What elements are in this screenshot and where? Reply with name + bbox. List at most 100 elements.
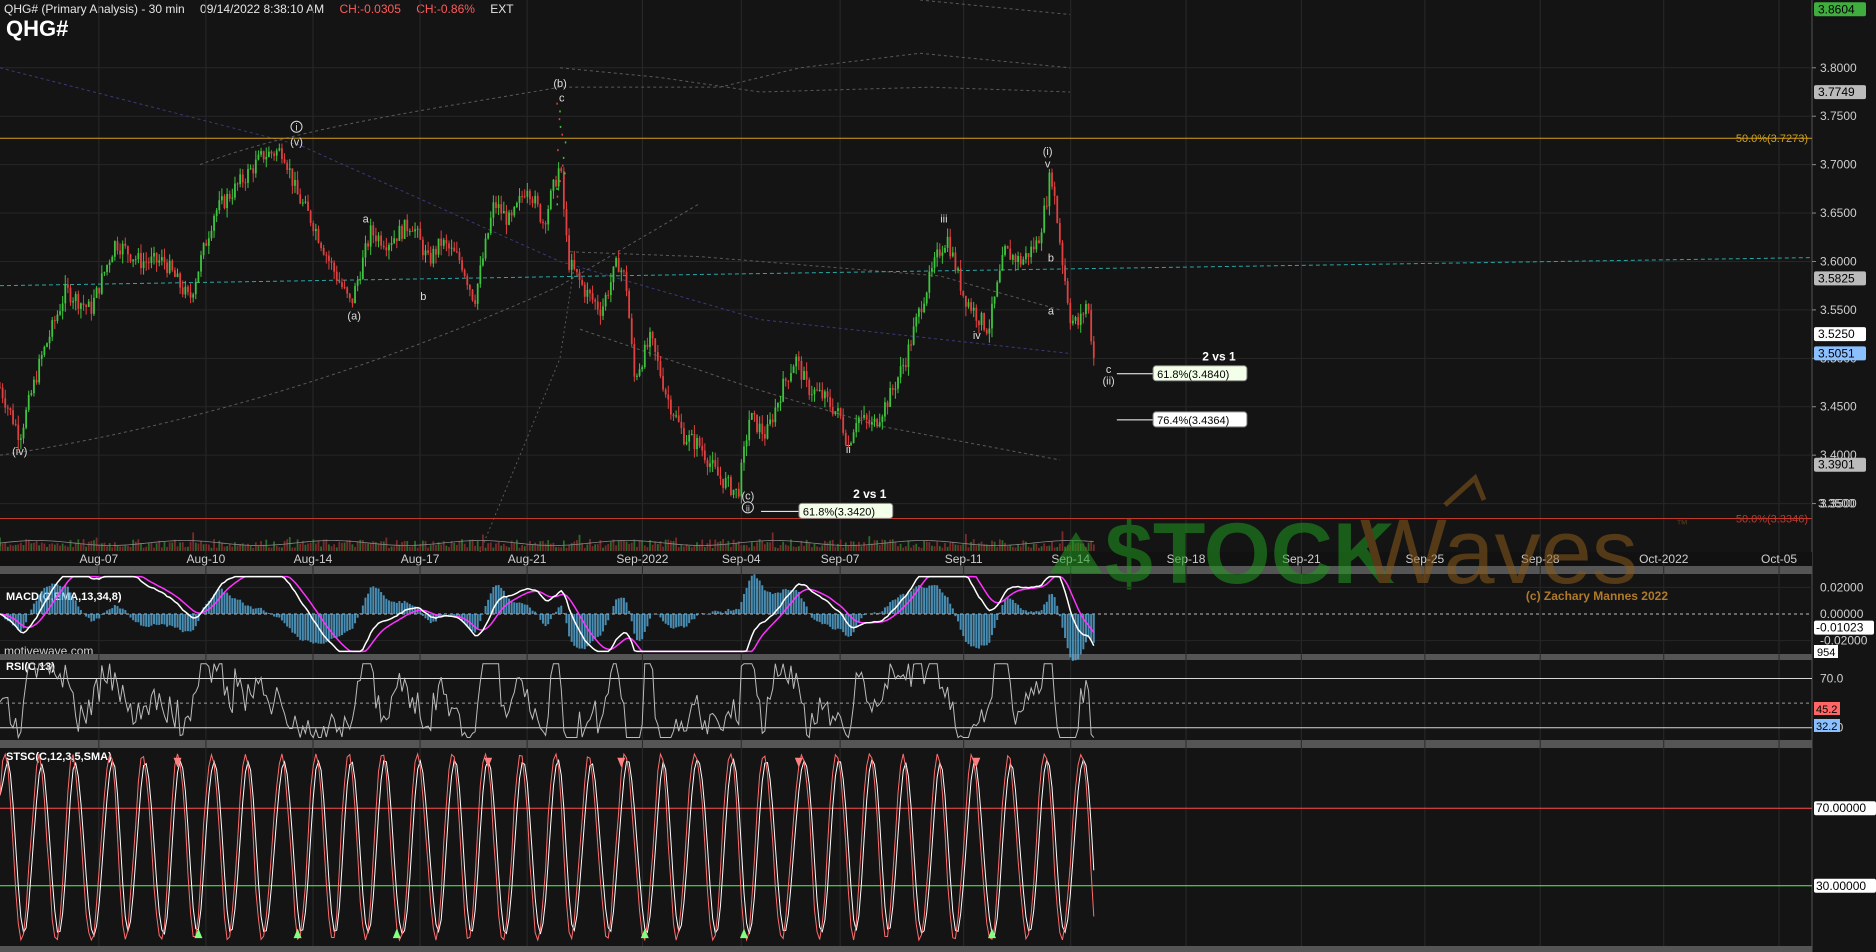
candle-body (513, 206, 516, 216)
candle-body (27, 394, 30, 410)
volume-bar (703, 547, 706, 551)
candle-body (53, 320, 56, 322)
macd-histogram-bar (972, 614, 975, 647)
volume-bar (748, 547, 751, 551)
macd-histogram-bar (951, 608, 954, 614)
volume-bar (197, 543, 200, 551)
candle-body (1079, 313, 1082, 326)
volume-bar (886, 542, 889, 551)
volume-bar (9, 544, 12, 551)
macd-histogram-bar (126, 613, 129, 614)
wave-label: iii (940, 214, 947, 226)
candle-body (706, 460, 709, 467)
volume-bar (495, 543, 497, 551)
volume-bar (137, 539, 140, 551)
volume-bar (69, 540, 72, 551)
candle-body (158, 260, 161, 263)
candle-body (917, 308, 920, 317)
macd-histogram-bar (821, 614, 824, 625)
macd-histogram-bar (286, 614, 289, 627)
macd-histogram-bar (959, 614, 962, 630)
candle-body (672, 414, 675, 417)
volume-bar (184, 547, 187, 551)
candle-body (1, 387, 4, 399)
wave-label: (i) (1043, 146, 1053, 158)
volume-bar (489, 542, 492, 551)
macd-histogram-bar (262, 610, 265, 614)
macd-histogram-bar (419, 610, 422, 614)
volume-bar (482, 534, 484, 551)
macd-histogram-bar (685, 614, 688, 627)
candle-body (638, 369, 641, 376)
candle-body (56, 314, 59, 321)
candle-body (244, 182, 247, 184)
volume-bar (534, 542, 537, 551)
volume-bar (573, 541, 576, 551)
candle-body (442, 239, 445, 246)
volume-bar (200, 540, 202, 551)
channel-line-lower (0, 202, 701, 456)
wave-label: c (1106, 364, 1112, 376)
macd-histogram-bar (823, 614, 826, 624)
macd-histogram-bar (860, 614, 863, 619)
volume-bar (474, 545, 477, 551)
candle-body (124, 243, 127, 247)
fib-target-label: 76.4%(3.4364) (1157, 415, 1229, 427)
candle-body (562, 171, 565, 210)
macd-histogram-bar (398, 601, 401, 614)
candle-body (249, 168, 252, 170)
y-tick-label: 3.7000 (1820, 158, 1857, 172)
volume-bar (17, 544, 20, 551)
macd-histogram-bar (471, 614, 474, 632)
candle-body (680, 421, 683, 429)
candle-body (878, 422, 881, 427)
macd-histogram-bar (293, 614, 296, 634)
candle-body (463, 270, 466, 277)
candle-body (82, 303, 85, 306)
candle-body (369, 225, 372, 247)
volume-bar (111, 547, 114, 551)
candle-body (87, 301, 90, 307)
macd-tick-label: 0.00000 (1820, 607, 1864, 621)
candle-body (147, 262, 150, 264)
wave-label: (ii) (1103, 375, 1115, 387)
candle-body (163, 257, 166, 263)
candle-body (1025, 253, 1027, 260)
volume-bar (531, 544, 534, 551)
macd-histogram-bar (100, 614, 103, 615)
candle-body (356, 280, 359, 286)
macd-histogram-bar (356, 614, 359, 618)
candle-body (771, 419, 774, 423)
macd-histogram-bar (236, 599, 239, 614)
volume-bar (568, 544, 570, 551)
volume-bar (317, 540, 320, 551)
volume-bar (382, 541, 385, 551)
macd-histogram-bar (531, 610, 534, 614)
macd-histogram-bar (124, 610, 127, 614)
volume-bar (189, 541, 192, 551)
candle-body (824, 391, 826, 399)
macd-histogram-bar (82, 613, 85, 614)
candle-body (1032, 246, 1035, 250)
candle-body (714, 460, 717, 467)
macd-histogram-bar (168, 614, 171, 626)
macd-histogram-bar (218, 589, 221, 614)
macd-histogram-bar (729, 610, 732, 614)
chart-canvas[interactable]: Aug-07 Aug-10 Aug-14 Aug-17 Aug-21 Sep-2022 Se… (0, 0, 1876, 952)
volume-bar (818, 547, 821, 551)
volume-bar (354, 546, 356, 551)
candle-body (213, 216, 215, 231)
volume-bar (505, 546, 508, 551)
candle-body (949, 236, 952, 257)
macd-histogram-bar (836, 614, 839, 629)
candle-body (923, 303, 926, 313)
volume-bar (1006, 545, 1009, 551)
candle-body (432, 248, 435, 264)
macd-histogram-bar (153, 614, 156, 625)
candle-body (408, 230, 411, 232)
macd-histogram-bar (387, 600, 390, 614)
candle-body (1009, 248, 1012, 260)
candle-body (166, 262, 168, 273)
candle-body (458, 252, 461, 261)
candle-body (388, 245, 390, 251)
